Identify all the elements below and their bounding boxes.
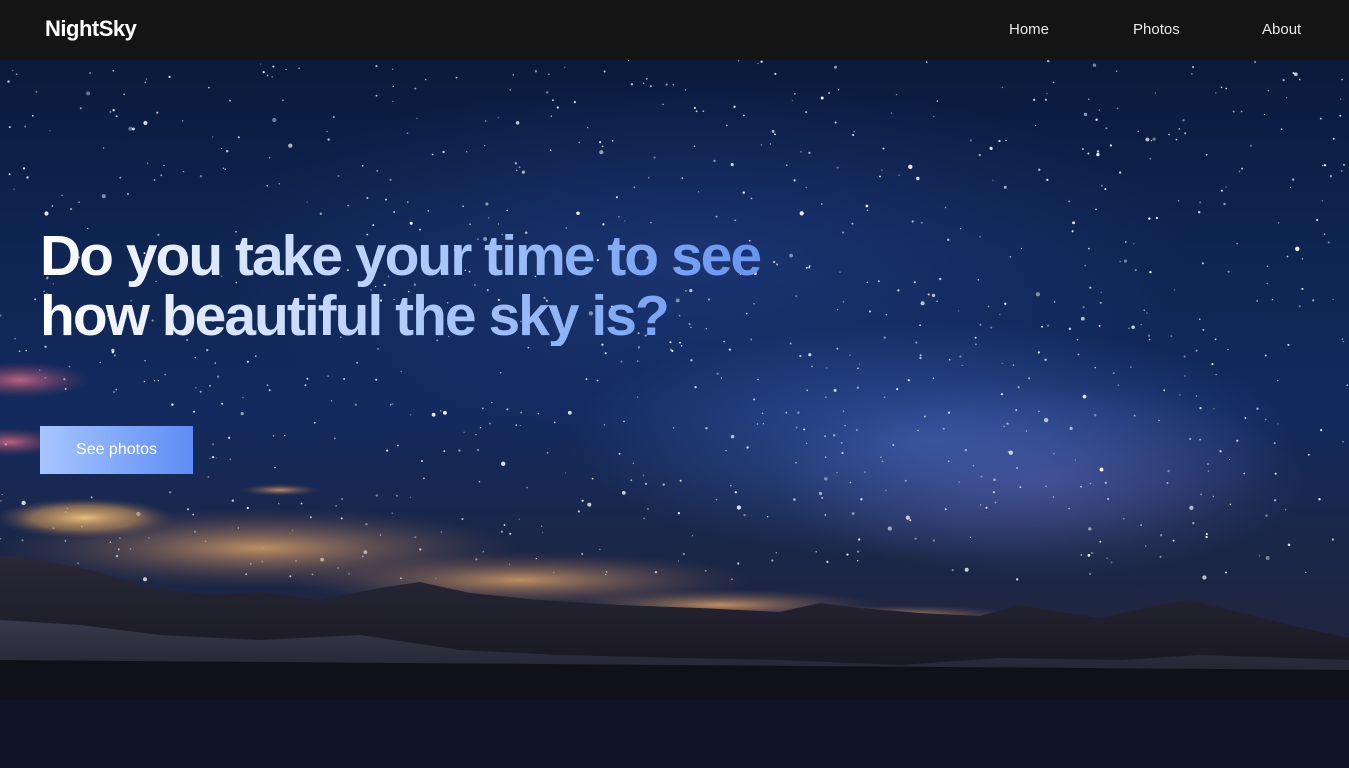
nav-link-photos[interactable]: Photos	[1133, 21, 1180, 38]
brand-logo[interactable]: NightSky	[45, 16, 137, 42]
page-bottom-band	[0, 700, 1349, 768]
nav-link-about[interactable]: About	[1262, 21, 1301, 38]
see-photos-button[interactable]: See photos	[40, 426, 193, 474]
mountain-landscape-image	[0, 555, 1349, 700]
top-navbar: NightSky Home Photos About	[0, 0, 1349, 60]
hero-section: Do you take your time to see how beautif…	[0, 60, 1349, 700]
nav-link-home[interactable]: Home	[1009, 21, 1049, 38]
hero-headline: Do you take your time to see how beautif…	[40, 226, 800, 346]
